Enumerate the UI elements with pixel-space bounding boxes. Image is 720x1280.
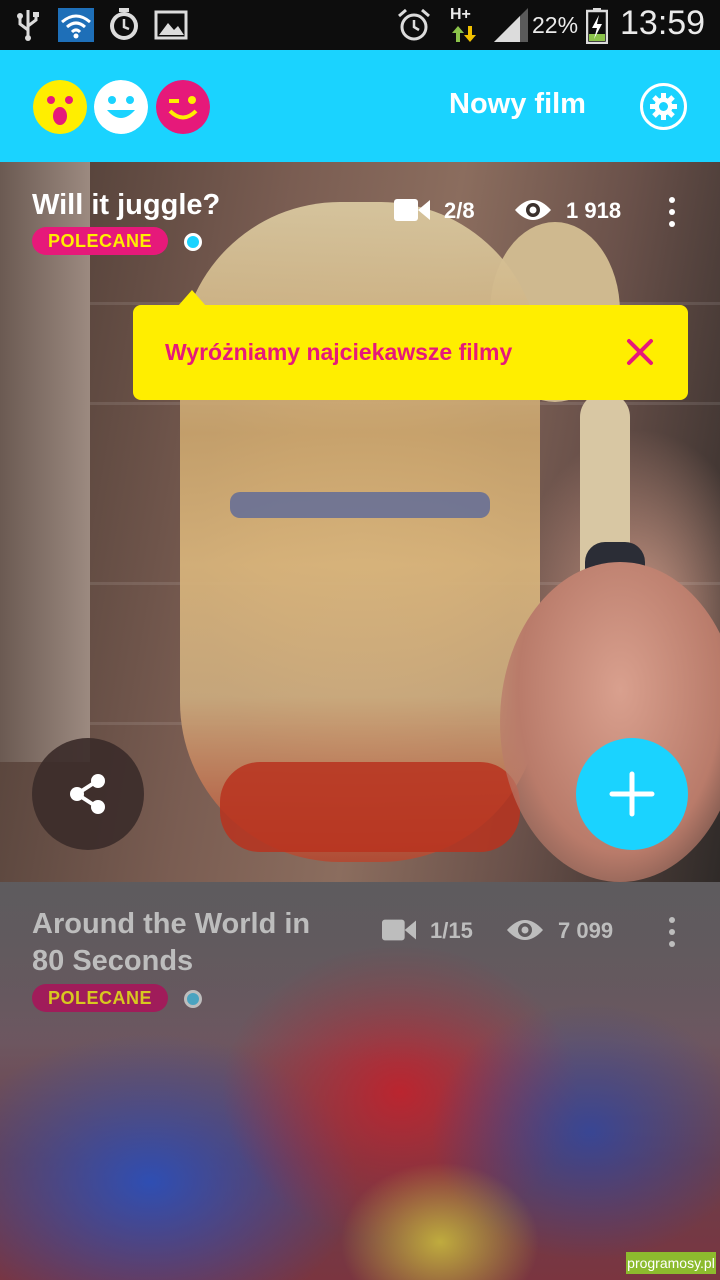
add-clip-button[interactable] bbox=[576, 738, 688, 850]
wink-face-icon[interactable] bbox=[156, 80, 210, 134]
share-icon bbox=[70, 774, 105, 814]
wifi-icon bbox=[58, 8, 94, 42]
close-icon[interactable] bbox=[623, 335, 657, 369]
clip-count: 1/15 bbox=[430, 918, 473, 943]
featured-tooltip: Wyróżniamy najciekawsze filmy bbox=[133, 305, 688, 400]
featured-badge: POLECANE bbox=[32, 984, 169, 1012]
status-bar: H+ 22% 13:59 bbox=[0, 0, 720, 50]
video-camera-icon bbox=[394, 199, 430, 221]
settings-gear-icon bbox=[650, 93, 677, 120]
featured-badge: POLECANE bbox=[32, 227, 169, 255]
video-title-line: Around the World in bbox=[32, 908, 311, 940]
battery-percent: 22% bbox=[532, 12, 579, 38]
bag-label bbox=[220, 762, 520, 852]
bag-band bbox=[230, 492, 490, 518]
data-arrows-icon bbox=[452, 26, 476, 42]
eye-icon bbox=[507, 920, 543, 940]
new-indicator-dot bbox=[184, 990, 202, 1008]
alarm-app-icon bbox=[110, 8, 138, 40]
video-title[interactable]: Around the World in 80 Seconds bbox=[32, 906, 310, 980]
settings-button[interactable] bbox=[640, 83, 687, 130]
tooltip-arrow bbox=[178, 290, 206, 306]
usb-icon bbox=[17, 10, 39, 41]
clip-count: 2/8 bbox=[444, 198, 475, 223]
app-bar: Nowy film bbox=[0, 50, 720, 162]
smile-face-icon[interactable] bbox=[94, 80, 148, 134]
eye-icon bbox=[515, 200, 551, 220]
plus-icon bbox=[609, 771, 655, 817]
view-count: 1 918 bbox=[566, 198, 622, 223]
battery-charging-icon bbox=[586, 8, 608, 44]
more-options-button[interactable] bbox=[664, 197, 680, 227]
new-film-button[interactable]: Nowy film bbox=[430, 88, 605, 121]
share-button[interactable] bbox=[32, 738, 144, 850]
clock-time: 13:59 bbox=[620, 4, 706, 42]
gallery-icon bbox=[154, 10, 188, 40]
signal-icon bbox=[494, 8, 528, 42]
more-options-button[interactable] bbox=[664, 917, 680, 947]
network-type-label: H+ bbox=[450, 6, 471, 23]
video-camera-icon bbox=[382, 919, 416, 941]
alarm-clock-icon bbox=[398, 8, 430, 41]
new-indicator-dot bbox=[184, 233, 202, 251]
view-count: 7 099 bbox=[558, 918, 614, 943]
watermark: programosy.pl bbox=[626, 1252, 716, 1274]
surprised-face-icon[interactable] bbox=[33, 80, 87, 134]
video-title-line: 80 Seconds bbox=[32, 945, 194, 977]
video-title[interactable]: Will it juggle? bbox=[32, 187, 220, 224]
tooltip-text: Wyróżniamy najciekawsze filmy bbox=[165, 339, 513, 365]
